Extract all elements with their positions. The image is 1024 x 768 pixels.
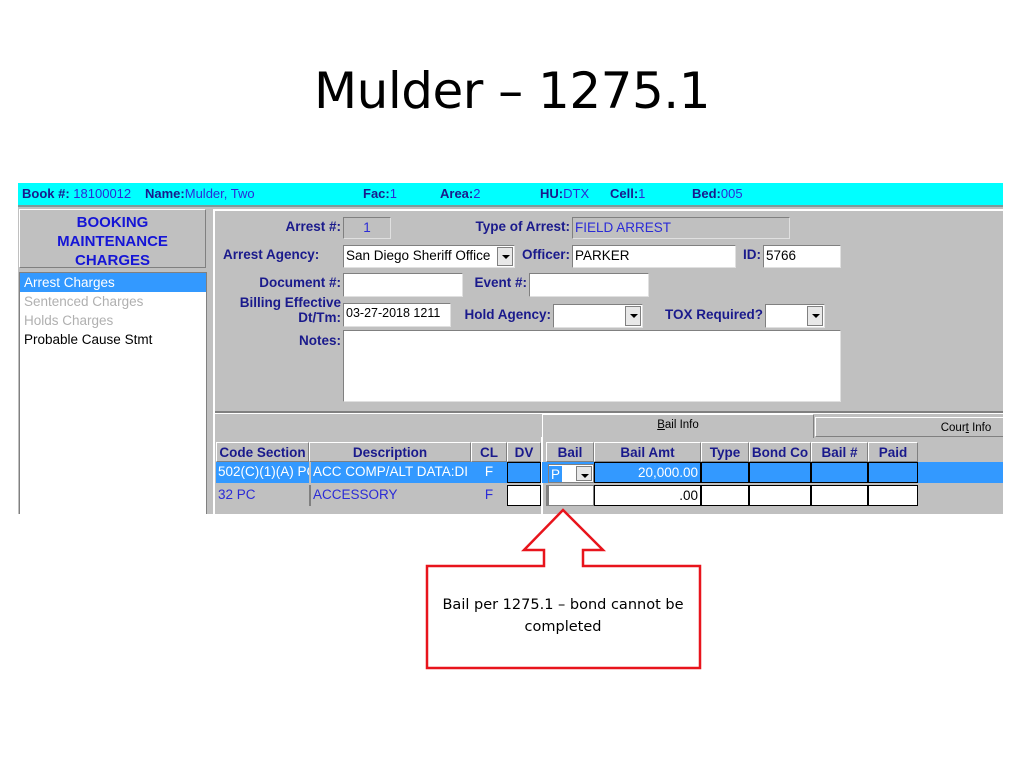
tab-bail-info[interactable]: Bail Info bbox=[542, 414, 814, 438]
col-header-dv[interactable]: DV bbox=[507, 442, 541, 462]
type-of-arrest-label: Type of Arrest: bbox=[475, 219, 570, 234]
slide-title: Mulder – 1275.1 bbox=[313, 62, 711, 120]
facility: Fac:1 bbox=[363, 186, 397, 201]
nav-item-holds-charges: Holds Charges bbox=[24, 313, 114, 328]
col-header-code-section[interactable]: Code Section bbox=[216, 442, 309, 462]
event-number-label: Event #: bbox=[474, 275, 527, 290]
document-number-field[interactable] bbox=[343, 273, 463, 297]
nav-item-arrest-charges[interactable]: Arrest Charges bbox=[20, 273, 206, 292]
arrest-charges-panel: Arrest #: 1 Type of Arrest: FIELD ARREST… bbox=[213, 209, 1003, 514]
bail-type-cell[interactable] bbox=[701, 462, 749, 483]
event-number-field[interactable] bbox=[529, 273, 649, 297]
billing-label-line: Billing Effective bbox=[239, 295, 341, 310]
housing-unit: HU:DTX bbox=[540, 186, 590, 201]
officer-id-field[interactable]: 5766 bbox=[763, 245, 841, 268]
billing-effective-field[interactable]: 03-27-2018 1211 bbox=[343, 303, 451, 327]
bail-number-cell[interactable] bbox=[811, 485, 868, 506]
nav-item-sentenced-charges: Sentenced Charges bbox=[24, 294, 144, 309]
tab-label: Info bbox=[968, 422, 992, 434]
arrest-agency-value: San Diego Sheriff Office bbox=[346, 248, 491, 263]
chevron-down-icon[interactable] bbox=[807, 306, 823, 326]
document-number-label: Document #: bbox=[259, 275, 341, 290]
book-number: Book #: 18100012 bbox=[22, 186, 132, 201]
hold-agency-label: Hold Agency: bbox=[464, 307, 551, 322]
hold-agency-select[interactable] bbox=[553, 304, 643, 328]
bail-type-cell[interactable] bbox=[701, 485, 749, 506]
nav-item-probable-cause-stmt[interactable]: Probable Cause Stmt bbox=[20, 330, 206, 349]
bail-paid-cell[interactable] bbox=[868, 485, 918, 506]
callout-arrow-box bbox=[425, 508, 702, 670]
col-header-bail-amt[interactable]: Bail Amt bbox=[594, 442, 701, 462]
tab-label: ail Info bbox=[664, 419, 699, 431]
bail-code-select[interactable]: P bbox=[548, 464, 594, 483]
chevron-down-icon[interactable] bbox=[625, 306, 641, 326]
officer-label: Officer: bbox=[521, 247, 570, 262]
bail-amount-cell[interactable]: .00 bbox=[594, 485, 701, 506]
chevron-down-icon[interactable] bbox=[497, 247, 513, 266]
col-header-paid[interactable]: Paid bbox=[868, 442, 918, 462]
charge-dv-cell[interactable] bbox=[507, 485, 541, 506]
bail-code-cell[interactable] bbox=[546, 485, 594, 506]
col-header-bond-co[interactable]: Bond Co bbox=[749, 442, 811, 462]
bond-company-cell[interactable] bbox=[749, 485, 811, 506]
charge-dv-cell[interactable] bbox=[507, 462, 541, 483]
charge-code-cell[interactable]: 32 PC bbox=[216, 485, 309, 506]
billing-label-line: Dt/Tm: bbox=[298, 310, 341, 325]
arrest-number-field: 1 bbox=[343, 217, 391, 239]
inmate-header-bar: Book #: 18100012 Name:Mulder, Two Fac:1 … bbox=[18, 183, 1003, 207]
tab-mnemonic: B bbox=[657, 419, 665, 431]
bail-amount-cell[interactable]: 20,000.00 bbox=[594, 462, 701, 483]
bail-paid-cell[interactable] bbox=[868, 462, 918, 483]
notes-textarea[interactable] bbox=[343, 330, 841, 402]
col-header-cl[interactable]: CL bbox=[471, 442, 507, 462]
charges-nav-list: Arrest Charges Sentenced Charges Holds C… bbox=[19, 272, 207, 514]
col-header-bail-number[interactable]: Bail # bbox=[811, 442, 868, 462]
charge-class-cell[interactable]: F bbox=[471, 485, 507, 506]
arrest-agency-select[interactable]: San Diego Sheriff Office bbox=[343, 245, 515, 268]
bail-number-cell[interactable] bbox=[811, 462, 868, 483]
module-title-line: CHARGES bbox=[74, 252, 150, 269]
callout-shape bbox=[425, 508, 702, 670]
module-title: BOOKING MAINTENANCE CHARGES bbox=[19, 209, 206, 269]
col-header-type[interactable]: Type bbox=[701, 442, 749, 462]
arrest-agency-label: Arrest Agency: bbox=[223, 247, 320, 262]
bond-company-cell[interactable] bbox=[749, 462, 811, 483]
billing-effective-label: Billing Effective Dt/Tm: bbox=[225, 295, 341, 325]
module-title-line: BOOKING bbox=[76, 214, 149, 231]
notes-label: Notes: bbox=[298, 333, 341, 348]
col-header-bail[interactable]: Bail bbox=[546, 442, 594, 462]
module-title-line: MAINTENANCE bbox=[57, 233, 168, 250]
officer-id-label: ID: bbox=[743, 247, 761, 262]
charge-description-cell[interactable]: ACC COMP/ALT DATA:DI bbox=[309, 462, 471, 483]
callout-text: Bail per 1275.1 – bond cannot be complet… bbox=[442, 597, 684, 635]
tox-required-select[interactable] bbox=[765, 304, 825, 328]
inmate-name: Name:Mulder, Two bbox=[145, 186, 255, 201]
area: Area:2 bbox=[440, 186, 481, 201]
charge-code-cell[interactable]: 502(C)(1)(A) PC bbox=[216, 462, 309, 483]
officer-field[interactable]: PARKER bbox=[572, 245, 736, 268]
arrest-number-label: Arrest #: bbox=[285, 219, 341, 234]
tox-required-label: TOX Required? bbox=[664, 307, 763, 322]
cell: Cell:1 bbox=[610, 186, 646, 201]
charge-description-cell[interactable]: ACCESSORY bbox=[309, 485, 471, 506]
chevron-down-icon[interactable] bbox=[576, 466, 592, 481]
booking-app-window: Book #: 18100012 Name:Mulder, Two Fac:1 … bbox=[18, 183, 1003, 514]
bed: Bed:005 bbox=[692, 186, 743, 201]
type-of-arrest-field: FIELD ARREST bbox=[572, 217, 790, 239]
charge-class-cell[interactable]: F bbox=[471, 462, 507, 483]
tab-label: Cour bbox=[940, 422, 966, 434]
tab-court-info[interactable]: Court Info bbox=[815, 417, 1003, 437]
bail-code-value: P bbox=[549, 466, 563, 482]
col-header-description[interactable]: Description bbox=[309, 442, 471, 462]
left-navigation: BOOKING MAINTENANCE CHARGES Arrest Charg… bbox=[18, 209, 208, 514]
